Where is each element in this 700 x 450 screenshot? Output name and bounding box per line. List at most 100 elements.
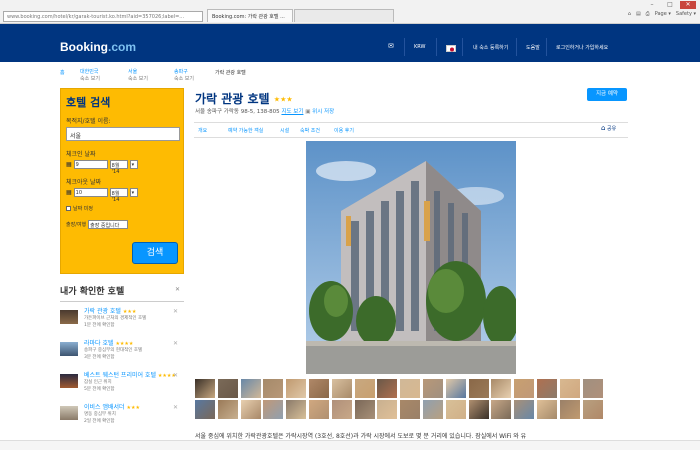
breadcrumb-home[interactable]: 홈	[60, 69, 65, 76]
destination-input[interactable]: 서울	[66, 127, 180, 141]
photo-thumbnail[interactable]	[491, 379, 512, 398]
close-icon[interactable]: ✕	[175, 286, 180, 293]
photo-thumbnail[interactable]	[514, 400, 535, 419]
hotel-address: 서울 송파구 가락동 98-5, 138-805 지도 보기 ▣ 위시 저장	[195, 109, 335, 115]
save-link[interactable]: 위시 저장	[312, 109, 334, 115]
photo-thumbnail[interactable]	[445, 400, 466, 419]
signin-link[interactable]: 로그인하거나 가입하세요	[556, 44, 608, 51]
photo-thumbnail[interactable]	[514, 379, 535, 398]
photo-thumbnail[interactable]	[468, 379, 489, 398]
checkin-label: 체크인 날짜	[66, 151, 96, 158]
photo-thumbnail[interactable]	[537, 400, 557, 419]
chevron-down-icon[interactable]: ▾	[129, 160, 138, 169]
photo-thumbnail[interactable]	[354, 400, 375, 419]
photo-thumbnail[interactable]	[377, 400, 398, 419]
photo-thumbnail[interactable]	[491, 400, 512, 419]
tab-rooms[interactable]: 예약 가능한 객실	[228, 127, 263, 134]
photo-thumbnail[interactable]	[445, 379, 466, 398]
checkin-calendar-icon[interactable]: ▦	[66, 161, 72, 168]
close-icon[interactable]: ✕	[680, 1, 696, 9]
remove-icon[interactable]: ✕	[173, 372, 178, 379]
photo-thumbnail[interactable]	[309, 400, 329, 419]
photo-thumbnail[interactable]	[263, 379, 284, 398]
map-icon[interactable]: ▣	[305, 109, 310, 115]
purpose-select[interactable]: 출장 중입니다	[88, 220, 129, 229]
list-item[interactable]: 베스트 웨스턴 프리미어 호텔 ★★★★ 잠실 인근 위치 5분 전에 확인함 …	[60, 370, 184, 398]
hotel-main-photo[interactable]	[306, 141, 516, 374]
breadcrumb-songpa[interactable]: 송파구 숙소 보기	[174, 68, 194, 82]
photo-thumbnail[interactable]	[286, 400, 307, 419]
page-menu[interactable]: Page ▾	[655, 11, 671, 17]
photo-thumbnail[interactable]	[240, 379, 261, 398]
remove-icon[interactable]: ✕	[173, 308, 178, 315]
remove-icon[interactable]: ✕	[173, 404, 178, 411]
currency-selector[interactable]: KRW	[414, 44, 426, 50]
search-button[interactable]: 검색	[132, 242, 178, 264]
photo-thumbnail[interactable]	[423, 379, 443, 398]
feed-icon[interactable]: ▤	[636, 11, 641, 17]
book-now-button[interactable]: 지금 예약	[587, 88, 627, 101]
flexible-dates[interactable]: 날짜 미정	[66, 205, 178, 212]
search-panel: 호텔 검색 목적지/호텔 이름: 서울 체크인 날짜 ▦ 9 8월 '14 ▾ …	[60, 88, 184, 274]
address-bar[interactable]: www.booking.com/hotel/kr/garak-tourist.k…	[3, 11, 203, 22]
photo-thumbnail[interactable]	[582, 379, 603, 398]
photo-thumbnail[interactable]	[559, 400, 580, 419]
photo-thumbnail[interactable]	[468, 400, 489, 419]
photo-thumbnail[interactable]	[377, 379, 398, 398]
safety-menu[interactable]: Safety ▾	[676, 11, 696, 17]
list-item[interactable]: 가락 관광 호텔 ★★★ 가든파이브 근처의 경제적인 호텔 1분 전에 확인함…	[60, 306, 184, 334]
hotel-thumbnail	[60, 406, 78, 420]
photo-thumbnail[interactable]	[331, 400, 352, 419]
hotel-thumbnail	[60, 374, 78, 388]
checkin-month-select[interactable]: 8월 '14	[109, 160, 128, 175]
photo-thumbnail[interactable]	[286, 379, 307, 398]
breadcrumb-korea[interactable]: 대한민국 숙소 보기	[80, 68, 100, 82]
checkout-calendar-icon[interactable]: ▦	[66, 189, 72, 196]
browser-tab-active[interactable]: Booking.com: 가락 관광 호텔 ...	[207, 9, 293, 22]
flexible-checkbox[interactable]	[66, 206, 71, 211]
photo-thumbnail[interactable]	[400, 379, 421, 398]
share-button[interactable]: ⌂ 공유	[601, 124, 616, 132]
recently-viewed: 내가 확인한 호텔 ✕ 가락 관광 호텔 ★★★ 가든파이브 근처의 경제적인 …	[60, 284, 184, 430]
photo-thumbnail[interactable]	[559, 379, 580, 398]
tab-reviews[interactable]: 이용 후기	[334, 127, 354, 134]
map-link[interactable]: 지도 보기	[281, 109, 303, 115]
chevron-down-icon[interactable]: ▾	[129, 188, 138, 197]
photo-thumbnail[interactable]	[331, 379, 352, 398]
checkout-label: 체크아웃 날짜	[66, 179, 102, 186]
photo-thumbnail[interactable]	[195, 400, 215, 419]
list-item[interactable]: 이비스 앰배서더 ★★★ 명동 중심부 위치 2일 전에 확인함 ✕	[60, 402, 184, 430]
checkout-month-select[interactable]: 8월 '14	[109, 188, 128, 203]
notification-icon[interactable]: ✉	[388, 42, 394, 50]
print-icon[interactable]: ⎙	[646, 11, 650, 17]
tab-facilities[interactable]: 시설	[280, 127, 289, 134]
minimize-icon[interactable]: –	[644, 1, 660, 9]
photo-thumbnail[interactable]	[423, 400, 443, 419]
photo-thumbnail[interactable]	[195, 379, 215, 398]
photo-thumbnail[interactable]	[582, 400, 603, 419]
language-flag-icon[interactable]	[446, 45, 456, 52]
photo-thumbnail[interactable]	[309, 379, 329, 398]
booking-logo[interactable]: Booking.com	[60, 40, 136, 54]
home-icon[interactable]: ⌂	[628, 11, 631, 17]
browser-tab-blank[interactable]	[294, 9, 394, 22]
photo-thumbnail[interactable]	[217, 379, 238, 398]
checkin-day-select[interactable]: 9	[73, 160, 108, 169]
photo-thumbnail[interactable]	[354, 379, 375, 398]
tab-policies[interactable]: 숙박 조건	[300, 127, 320, 134]
breadcrumb-seoul[interactable]: 서울 숙소 보기	[128, 68, 148, 82]
photo-thumbnail[interactable]	[400, 400, 421, 419]
photo-thumbnail[interactable]	[217, 400, 238, 419]
list-item[interactable]: 라마다 호텔 ★★★★ 송파구 중심부의 현대적인 호텔 3분 전에 확인함 ✕	[60, 338, 184, 366]
maximize-icon[interactable]: □	[662, 1, 678, 9]
photo-thumbnail[interactable]	[263, 400, 284, 419]
help-link[interactable]: 도움말	[526, 44, 540, 51]
remove-icon[interactable]: ✕	[173, 340, 178, 347]
tab-overview[interactable]: 개요	[198, 127, 207, 134]
hotel-thumbnail	[60, 342, 78, 356]
hotel-title: 가락 관광 호텔 ★★★	[195, 92, 293, 106]
photo-thumbnail[interactable]	[537, 379, 557, 398]
checkout-day-select[interactable]: 10	[73, 188, 108, 197]
list-property-link[interactable]: 내 숙소 등록하기	[473, 44, 508, 51]
photo-thumbnail[interactable]	[240, 400, 261, 419]
